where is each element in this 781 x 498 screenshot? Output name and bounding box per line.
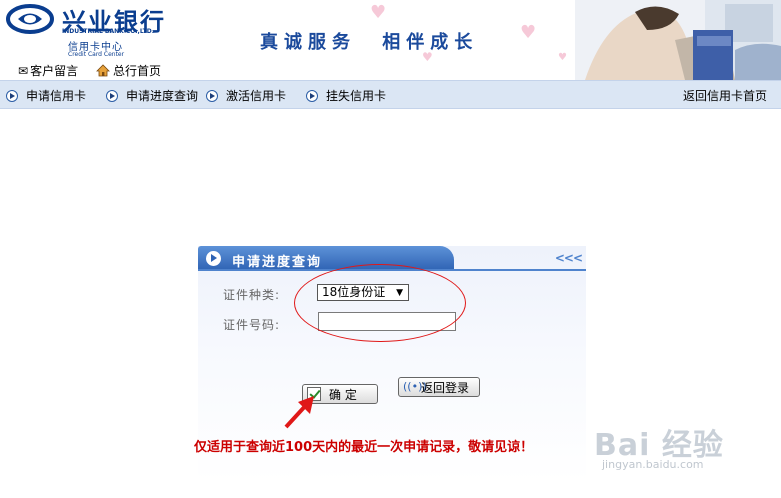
progress-query-panel: 申请进度查询 <<< 证件种类: 18位身份证 ▼ 证件号码: 确 定 ((•)… [194, 246, 586, 482]
header-photo [575, 0, 781, 80]
customer-message-label: 客户留言 [30, 64, 79, 78]
id-type-label: 证件种类: [223, 288, 281, 302]
logo-subtitle-english: Credit Card Center [68, 51, 125, 58]
arrow-circle-icon [6, 89, 18, 102]
arrow-circle-icon [206, 89, 218, 102]
watermark-url: jingyan.baidu.com [602, 458, 704, 471]
house-icon [96, 64, 110, 77]
baidu-watermark: Bai 经验 jingyan.baidu.com [594, 420, 744, 480]
confirm-button-label: 确 定 [329, 387, 357, 402]
head-office-home-link[interactable]: 总行首页 [96, 62, 161, 79]
panel-title: 申请进度查询 [232, 255, 323, 270]
bank-logo-icon [6, 4, 54, 34]
arrow-circle-icon [106, 89, 118, 102]
slogan-right: 相伴成长 [382, 32, 479, 53]
nav-back-to-card-home[interactable]: 返回信用卡首页 [683, 87, 767, 104]
site-header: 兴业银行 INDUSTRIAL BANK CO.,LTD. 信用卡中心 Cred… [0, 0, 781, 80]
id-number-label: 证件号码: [223, 318, 281, 332]
back-to-login-label: 返回登录 [421, 380, 470, 395]
annotation-oval [294, 264, 466, 342]
main-nav: 申请信用卡 申请进度查询 激活信用卡 挂失信用卡 返回信用卡首页 [0, 80, 781, 109]
envelope-icon: ✉ [18, 63, 29, 78]
heart-icon: ♥ [558, 52, 567, 63]
slogan-left: 真诚服务 [260, 32, 356, 53]
heart-icon: ♥ [520, 22, 537, 43]
logo-english-text: INDUSTRIAL BANK CO.,LTD. [62, 28, 155, 35]
nav-report-lost[interactable]: 挂失信用卡 [306, 87, 386, 104]
arrow-circle-icon [206, 251, 221, 266]
nav-progress-query[interactable]: 申请进度查询 [106, 87, 198, 104]
panel-decoration: <<< [554, 251, 583, 265]
nav-activate-card[interactable]: 激活信用卡 [206, 87, 286, 104]
annotation-arrow-icon [284, 396, 314, 429]
head-office-home-label: 总行首页 [113, 64, 162, 78]
heart-icon: ♥ [370, 2, 387, 23]
back-to-login-button[interactable]: ((•)) 返回登录 [398, 377, 480, 397]
notice-text: 仅适用于查询近100天内的最近一次申请记录，敬请见谅！ [194, 440, 534, 455]
nav-label: 激活信用卡 [226, 89, 287, 103]
slogan: 真诚服务 相伴成长 [260, 28, 492, 54]
customer-message-link[interactable]: ✉ 客户留言 [18, 62, 78, 79]
arrow-circle-icon [306, 89, 318, 102]
back-icon: ((•)) [403, 380, 427, 393]
nav-label: 申请进度查询 [126, 89, 199, 103]
nav-label: 挂失信用卡 [326, 89, 387, 103]
nav-apply-card[interactable]: 申请信用卡 [6, 87, 86, 104]
nav-label: 申请信用卡 [26, 89, 87, 103]
